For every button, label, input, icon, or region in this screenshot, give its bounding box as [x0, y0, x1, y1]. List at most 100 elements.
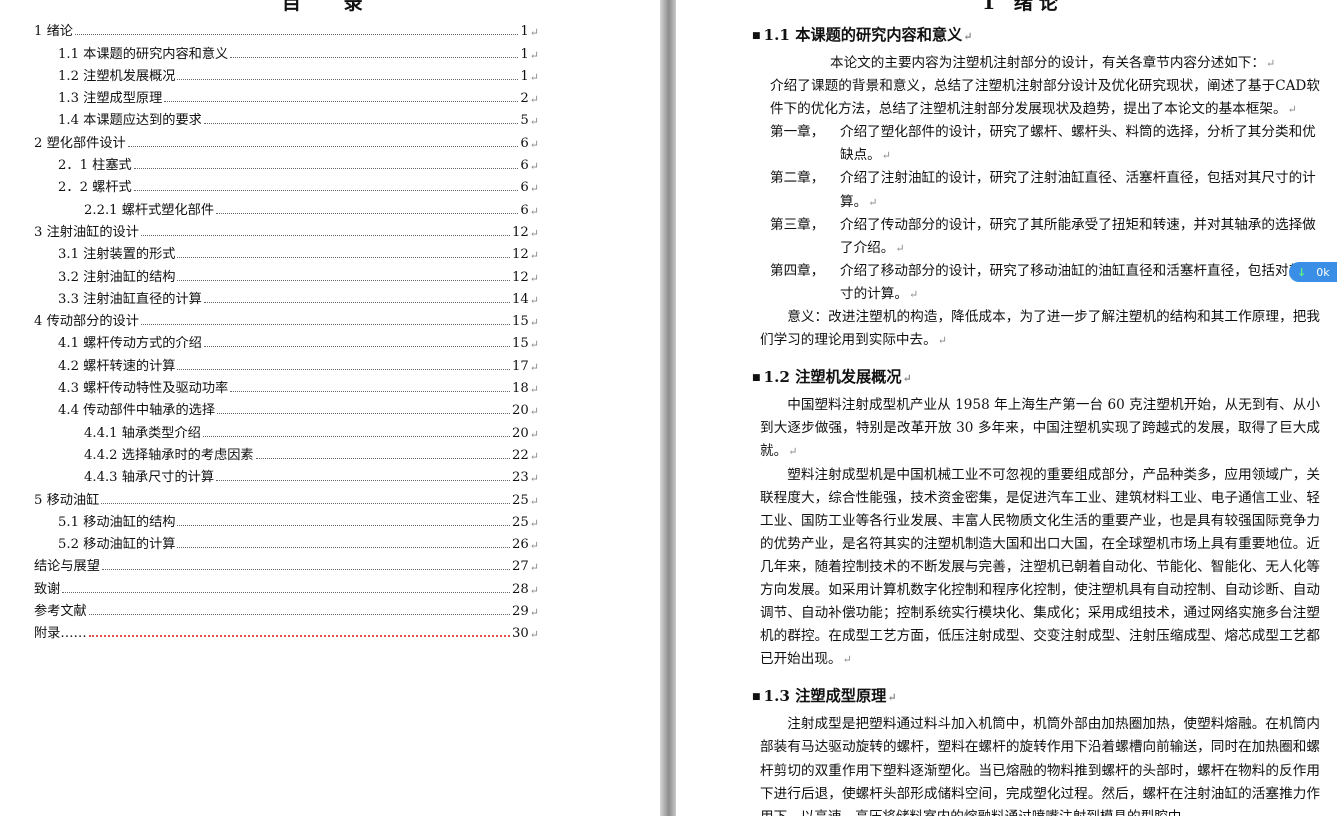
toc-leader-dots [101, 502, 510, 504]
toc-entry[interactable]: 参考文献 29 ↵ [34, 597, 539, 619]
paragraph-mark: ↵ [529, 182, 539, 196]
bullet-icon: ■ [752, 692, 761, 703]
paragraph-mark: ↵ [529, 449, 539, 463]
toc-entry-page: 23 [512, 470, 529, 486]
toc-leader-dots [202, 435, 510, 437]
paragraph-mark: ↵ [529, 338, 539, 352]
paragraph-mark: ↵ [529, 293, 539, 307]
toc-entry[interactable]: 4.3 螺杆传动特性及驱动功率 18 ↵ [34, 374, 539, 396]
toc-entry-page: 2 [520, 91, 529, 107]
paragraph-mark: ↵ [529, 494, 539, 508]
paragraph: 塑料注射成型机是中国机械工业不可忽视的重要组成部分，产品种类多，应用领域广，关联… [760, 466, 1320, 668]
toc-entry-page: 18 [512, 381, 529, 397]
toc-leader-dots [88, 614, 510, 616]
toc-entry[interactable]: 结论与展望 27 ↵ [34, 552, 539, 574]
paragraph: 意义：改进注塑机的构造，降低成本，为了进一步了解注塑机的结构和其工作原理，把我们… [760, 309, 1320, 349]
paragraph-mark: ↵ [529, 516, 539, 530]
toc-entry-title: 结论与展望 [34, 559, 100, 575]
toc-entry[interactable]: 4 传动部分的设计 15 ↵ [34, 307, 539, 329]
paragraph-mark: ↵ [529, 160, 539, 174]
paragraph-mark: ↵ [529, 472, 539, 486]
toc-entry[interactable]: 5 移动油缸 25 ↵ [34, 485, 539, 508]
toc-entry[interactable]: 3.1 注射装置的形式 12 ↵ [34, 240, 539, 262]
section-heading-1-3: ■ 1.3 注塑成型原理↵ [752, 687, 897, 706]
toc-entry-page: 15 [512, 336, 529, 352]
toc-entry[interactable]: 附录…… 30 ↵ [34, 619, 539, 641]
toc-leader-dots [255, 457, 510, 459]
paragraph-mark: ↵ [529, 115, 539, 129]
toc-leader-dots [203, 346, 510, 348]
toc-leader-dots [164, 101, 519, 103]
paragraph-mark: ↵ [529, 360, 539, 374]
paragraph-mark: ↵ [529, 383, 539, 397]
chapter-label: 第三章， [770, 216, 825, 233]
toc-leader-dots [216, 480, 510, 482]
toc-entry-title: 2．1 柱塞式 [58, 158, 132, 174]
toc-entry[interactable]: 致谢 28 ↵ [34, 574, 539, 597]
toc-leader-dots [140, 234, 510, 236]
bullet-icon: ■ [752, 31, 761, 41]
toc-entry-page: 14 [512, 291, 529, 307]
paragraph-mark: ↵ [529, 93, 539, 107]
toc-leader-dots [177, 524, 510, 526]
toc-entry-title: 3.3 注射油缸直径的计算 [58, 291, 202, 307]
toc-entry[interactable]: 2 塑化部件设计 6 ↵ [34, 128, 539, 151]
toc-entry[interactable]: 3.3 注射油缸直径的计算 14 ↵ [34, 285, 539, 307]
section-heading-1-1: ■ 1.1 本课题的研究内容和意义↵ [752, 26, 973, 44]
paragraph-mark: ↵ [529, 561, 539, 575]
toc-entry[interactable]: 4.4.2 选择轴承时的考虑因素 22 ↵ [34, 441, 539, 463]
toc-entry[interactable]: 3.2 注射油缸的结构 12 ↵ [34, 262, 539, 285]
toc-entry[interactable]: 4.4.1 轴承类型介绍 20 ↵ [34, 418, 539, 441]
toc-entry[interactable]: 1.4 本课题应达到的要求 5 ↵ [34, 106, 539, 128]
paragraph-mark: ↵ [529, 271, 539, 285]
chapter-text: 介绍了传动部分的设计，研究了其所能承受了扭矩和转速，并对其轴承的选择做了介绍。↵ [840, 216, 1316, 256]
page-gutter [660, 0, 676, 816]
toc-entry[interactable]: 3 注射油缸的设计 12 ↵ [34, 218, 539, 240]
toc-entry-page: 6 [520, 180, 529, 196]
toc-entry-page: 5 [520, 113, 529, 129]
paragraph-mark: ↵ [529, 583, 539, 597]
toc-entry-title: 2．2 螺杆式 [58, 180, 132, 196]
toc-entry[interactable]: 2.2.1 螺杆式塑化部件 6 ↵ [34, 195, 539, 218]
paragraph-mark: ↵ [529, 204, 539, 218]
toc-entry[interactable]: 5.1 移动油缸的结构 25 ↵ [34, 508, 539, 530]
table-of-contents: 1 绪论 1 ↵ 1.1 本课题的研究内容和意义 1 ↵ 1.2 注塑机发展概况 1 ↵ 1.3 … [34, 17, 539, 641]
toc-entry-page: 6 [520, 135, 529, 151]
toc-leader-dots [62, 591, 510, 593]
chapter-text: 介绍了移动部分的设计，研究了移动油缸的油缸直径和活塞杆直径，包括对其尺寸的计算。… [840, 262, 1316, 302]
toc-leader-dots [133, 168, 519, 170]
chapter-page: 1 绪论 ■ 1.1 本课题的研究内容和意义↵ 本论文的主要内容为注塑机注射部分的… [676, 0, 1337, 816]
paragraph-mark: ↵ [529, 70, 539, 84]
toc-entry[interactable]: 1 绪论 1 ↵ [34, 17, 539, 39]
paragraph-mark: ↵ [529, 405, 539, 419]
chapter-body: ■ 1.1 本课题的研究内容和意义↵ 本论文的主要内容为注塑机注射部分的设计，有关… [752, 18, 1320, 816]
scroll-indicator-button[interactable]: ↓ 0k [1289, 262, 1337, 282]
paragraph-mark: ↵ [529, 26, 539, 40]
paragraph-mark: ↵ [529, 539, 539, 553]
toc-entry-page: 25 [512, 492, 529, 508]
toc-entry[interactable]: 2．1 柱塞式 6 ↵ [34, 151, 539, 173]
toc-entry[interactable]: 1.3 注塑成型原理 2 ↵ [34, 84, 539, 106]
chapter-summary: 第四章， 介绍了移动部分的设计，研究了移动油缸的油缸直径和活塞杆直径，包括对其尺寸… [760, 260, 1320, 306]
toc-entry-title: 4.4.1 轴承类型介绍 [84, 425, 201, 441]
chapter-text: 介绍了注射油缸的设计，研究了注射油缸直径、活塞杆直径，包括对其尺寸的计算。↵ [840, 170, 1316, 210]
down-arrow-icon: ↓ [1297, 265, 1307, 279]
toc-entry[interactable]: 4.2 螺杆转速的计算 17 ↵ [34, 351, 539, 374]
toc-entry-title: 3 注射油缸的设计 [34, 224, 139, 240]
toc-entry[interactable]: 2．2 螺杆式 6 ↵ [34, 173, 539, 195]
toc-entry[interactable]: 4.1 螺杆传动方式的介绍 15 ↵ [34, 329, 539, 351]
toc-entry-title: 附录…… [34, 626, 87, 642]
toc-leader-dots [203, 301, 510, 303]
toc-heading: 目 录 [282, 0, 381, 14]
toc-entry[interactable]: 4.4 传动部件中轴承的选择 20 ↵ [34, 396, 539, 418]
toc-entry-page: 12 [512, 269, 529, 285]
toc-entry[interactable]: 1.1 本课题的研究内容和意义 1 ↵ [34, 39, 539, 62]
toc-entry-title: 4.1 螺杆传动方式的介绍 [58, 336, 202, 352]
chapter-heading: 1 绪论 [982, 0, 1064, 14]
toc-entry-page: 20 [512, 403, 529, 419]
toc-entry-title: 1 绪论 [34, 24, 73, 40]
toc-entry[interactable]: 5.2 移动油缸的计算 26 ↵ [34, 530, 539, 552]
toc-entry[interactable]: 1.2 注塑机发展概况 1 ↵ [34, 62, 539, 84]
toc-leader-dots [217, 413, 510, 415]
toc-entry[interactable]: 4.4.3 轴承尺寸的计算 23 ↵ [34, 463, 539, 485]
